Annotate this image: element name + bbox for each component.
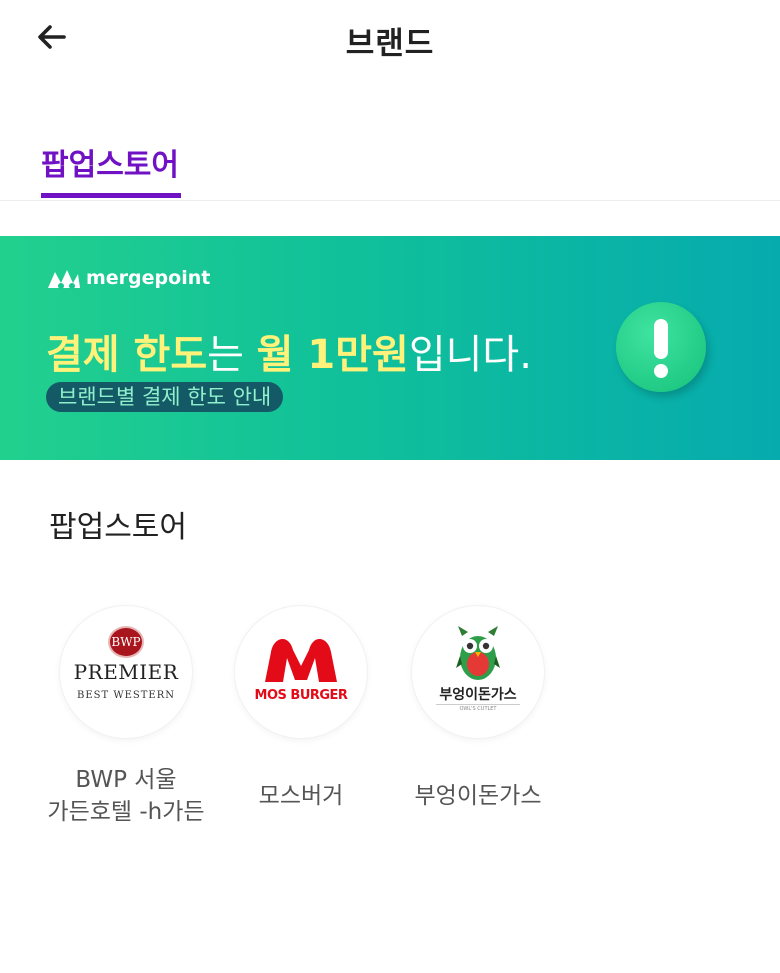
best-western-text: BEST WESTERN [76, 690, 176, 701]
store-name-line1: BWP 서울 [75, 767, 177, 793]
mos-burger-m-icon [265, 638, 337, 682]
section-title: 팝업스토어 [49, 510, 187, 545]
owl-cutlet-subtext: OWL'S CUTLET [436, 704, 520, 712]
headline-ending: 입니다. [408, 332, 532, 378]
tab-bar: 팝업스토어 [0, 120, 780, 201]
mergepoint-logo-text: mergepoint [86, 267, 211, 289]
store-name: BWP 서울 가든호텔 -h가든 [36, 764, 216, 828]
page-title: 브랜드 [345, 26, 435, 62]
mergepoint-mark-icon [48, 270, 80, 289]
exclamation-icon [616, 302, 706, 392]
store-name-line2: 가든호텔 -h가든 [47, 799, 205, 825]
store-name: 모스버거 [258, 783, 344, 809]
owl-cutlet-text: 부엉이돈가스 [439, 687, 517, 703]
store-logo-owl-cutlet: 부엉이돈가스 OWL'S CUTLET [412, 606, 544, 738]
app-header: 브랜드 [0, 0, 780, 76]
headline-highlight-amount: 월 1만원 [256, 332, 409, 378]
headline-highlight-limit: 결제 한도 [46, 332, 208, 378]
tab-active-indicator [41, 193, 181, 198]
payment-limit-banner[interactable]: mergepoint 결제 한도는 월 1만원입니다. 브랜드별 결제 한도 안… [0, 236, 780, 460]
bwp-premier-text: PREMIER [73, 660, 179, 684]
mergepoint-logo: mergepoint [46, 266, 210, 290]
tab-popup-store[interactable]: 팝업스토어 [41, 140, 179, 184]
banner-headline: 결제 한도는 월 1만원입니다. [46, 322, 532, 380]
headline-particle: 는 [207, 332, 257, 378]
store-name: 부엉이돈가스 [414, 783, 542, 809]
store-logo-mos-burger: MOS BURGER [235, 606, 367, 738]
store-logo-bwp: BWP PREMIER BEST WESTERN [60, 606, 192, 738]
banner-subtitle: 브랜드별 결제 한도 안내 [46, 382, 284, 412]
bwp-badge: BWP [108, 626, 144, 658]
mos-burger-text: MOS BURGER [254, 688, 348, 703]
owl-icon [456, 626, 500, 680]
